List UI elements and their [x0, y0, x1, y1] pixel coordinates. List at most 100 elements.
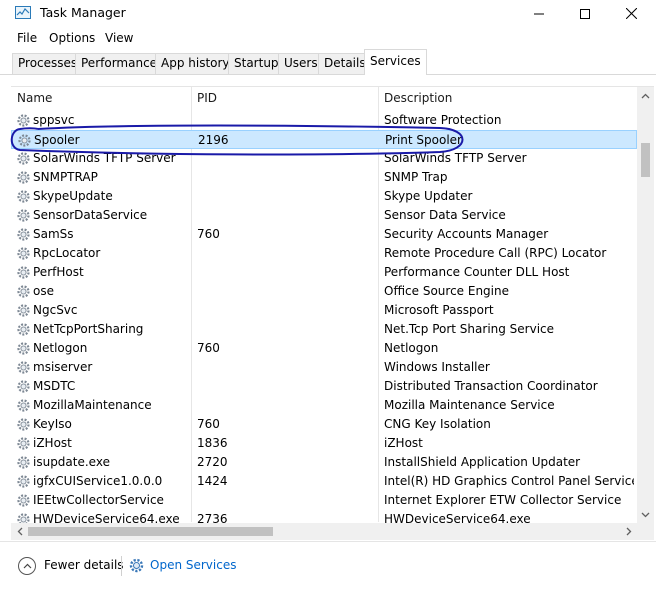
tab-strip: Processes Performance App history Startu…: [0, 49, 656, 75]
title-bar: Task Manager: [0, 0, 656, 27]
service-row[interactable]: SamSs 760 Security Accounts Manager: [11, 225, 637, 244]
service-name: RpcLocator: [33, 246, 101, 260]
footer: Fewer details Open Services: [0, 541, 656, 596]
service-row[interactable]: sppsvc Software Protection: [11, 111, 637, 130]
service-row[interactable]: HWDeviceService64.exe 2736 HWDeviceService…: [11, 510, 637, 523]
service-name: HWDeviceService64.exe: [33, 512, 180, 523]
service-description: iZHost: [384, 436, 423, 450]
service-name: iZHost: [33, 436, 72, 450]
service-pid: 2736: [197, 512, 228, 523]
open-services-link[interactable]: Open Services: [150, 558, 236, 572]
chevron-left-icon: [17, 527, 22, 536]
service-row[interactable]: IEEtwCollectorService Internet Explorer E…: [11, 491, 637, 510]
service-name: KeyIso: [33, 417, 72, 431]
service-row[interactable]: ose Office Source Engine: [11, 282, 637, 301]
service-row[interactable]: SkypeUpdate Skype Updater: [11, 187, 637, 206]
service-gear-icon: [16, 455, 31, 470]
scrollbar-corner: [637, 523, 654, 540]
column-pid[interactable]: PID: [191, 87, 377, 111]
column-description[interactable]: Description: [378, 87, 637, 111]
service-row[interactable]: SNMPTRAP SNMP Trap: [11, 168, 637, 187]
services-gear-icon: [128, 557, 145, 574]
service-pid: 1836: [197, 436, 228, 450]
service-description: Net.Tcp Port Sharing Service: [384, 322, 555, 336]
service-row[interactable]: SensorDataService Sensor Data Service: [11, 206, 637, 225]
service-description: Internet Explorer ETW Collector Service: [384, 493, 622, 507]
service-row[interactable]: NetTcpPortSharing Net.Tcp Port Sharing Se…: [11, 320, 637, 339]
service-row[interactable]: SolarWinds TFTP Server SolarWinds TFTP Se…: [11, 149, 637, 168]
service-gear-icon: [16, 151, 31, 166]
fewer-details-label[interactable]: Fewer details: [44, 558, 124, 572]
vertical-scroll-thumb[interactable]: [641, 143, 650, 177]
service-gear-icon: [16, 208, 31, 223]
service-gear-icon: [16, 322, 31, 337]
service-description: Security Accounts Manager: [384, 227, 549, 241]
service-pid: 760: [197, 417, 220, 431]
service-description: Mozilla Maintenance Service: [384, 398, 555, 412]
service-gear-icon: [16, 379, 31, 394]
service-row[interactable]: PerfHost Performance Counter DLL Host: [11, 263, 637, 282]
service-row[interactable]: MSDTC Distributed Transaction Coordinator: [11, 377, 637, 396]
service-row[interactable]: Spooler 2196 Print Spooler: [11, 130, 637, 149]
service-description: Remote Procedure Call (RPC) Locator: [384, 246, 607, 260]
menu-view[interactable]: View: [105, 31, 133, 45]
service-row[interactable]: RpcLocator Remote Procedure Call (RPC) Lo…: [11, 244, 637, 263]
service-name: isupdate.exe: [33, 455, 110, 469]
service-gear-icon: [17, 133, 32, 148]
service-description: Print Spooler: [385, 133, 462, 147]
service-gear-icon: [16, 113, 31, 128]
tab-services[interactable]: Services: [364, 49, 427, 75]
column-header: Name PID Description: [11, 87, 637, 111]
service-row[interactable]: Netlogon 760 Netlogon: [11, 339, 637, 358]
close-button[interactable]: [608, 0, 654, 27]
tab-app-history[interactable]: App history: [155, 53, 236, 74]
vertical-scrollbar[interactable]: [637, 87, 654, 523]
chevron-down-icon: [641, 512, 650, 517]
service-description: Office Source Engine: [384, 284, 509, 298]
tab-startup[interactable]: Startup: [228, 53, 285, 74]
service-row[interactable]: isupdate.exe 2720 InstallShield Applicatio…: [11, 453, 637, 472]
scroll-left-button[interactable]: [11, 523, 28, 540]
service-pid: 2196: [198, 133, 229, 147]
scroll-right-button[interactable]: [620, 523, 637, 540]
tab-processes[interactable]: Processes: [12, 53, 84, 74]
service-row[interactable]: iZHost 1836 iZHost: [11, 434, 637, 453]
fewer-details-button[interactable]: [18, 557, 36, 575]
tab-users[interactable]: Users: [278, 53, 324, 74]
service-name: IEEtwCollectorService: [33, 493, 164, 507]
service-pid: 760: [197, 341, 220, 355]
service-gear-icon: [16, 341, 31, 356]
service-description: CNG Key Isolation: [384, 417, 491, 431]
menu-options[interactable]: Options: [49, 31, 95, 45]
minimize-button[interactable]: [516, 0, 562, 27]
service-gear-icon: [16, 436, 31, 451]
service-gear-icon: [16, 360, 31, 375]
service-row[interactable]: KeyIso 760 CNG Key Isolation: [11, 415, 637, 434]
service-gear-icon: [16, 246, 31, 261]
service-description: Microsoft Passport: [384, 303, 494, 317]
service-name: Spooler: [34, 133, 80, 147]
menu-file[interactable]: File: [17, 31, 37, 45]
service-description: InstallShield Application Updater: [384, 455, 581, 469]
service-description: Sensor Data Service: [384, 208, 506, 222]
window-title: Task Manager: [40, 5, 126, 20]
scroll-down-button[interactable]: [637, 506, 654, 523]
service-row[interactable]: NgcSvc Microsoft Passport: [11, 301, 637, 320]
scroll-up-button[interactable]: [637, 87, 654, 104]
service-row[interactable]: MozillaMaintenance Mozilla Maintenance Se…: [11, 396, 637, 415]
service-description: SNMP Trap: [384, 170, 448, 184]
maximize-button[interactable]: [562, 0, 608, 27]
minimize-icon: [534, 13, 544, 14]
service-name: SolarWinds TFTP Server: [33, 151, 176, 165]
service-pid: 2720: [197, 455, 228, 469]
horizontal-scroll-thumb[interactable]: [28, 527, 273, 536]
task-manager-icon: [15, 6, 31, 19]
tab-performance[interactable]: Performance: [75, 53, 164, 74]
service-row[interactable]: msiserver Windows Installer: [11, 358, 637, 377]
chevron-up-icon: [641, 93, 650, 98]
column-name[interactable]: Name: [11, 87, 191, 111]
service-row[interactable]: igfxCUIService1.0.0.0 1424 Intel(R) HD Gra…: [11, 472, 637, 491]
service-name: MSDTC: [33, 379, 76, 393]
horizontal-scrollbar[interactable]: [11, 523, 637, 540]
service-gear-icon: [16, 398, 31, 413]
